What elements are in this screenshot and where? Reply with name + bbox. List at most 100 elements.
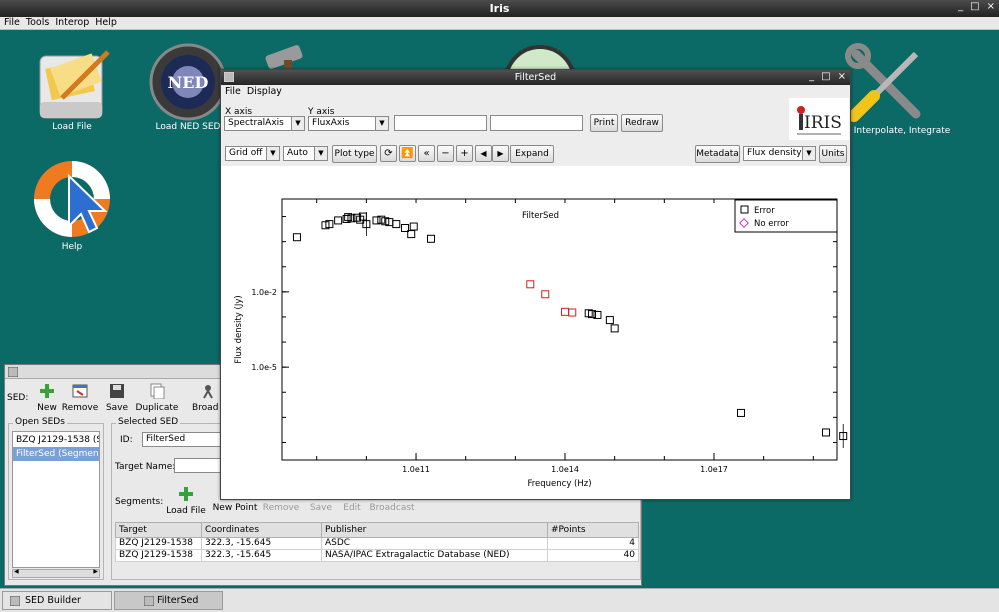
table-row[interactable]: BZQ J2129-1538 322.3, -15.645 NASA/IPAC … xyxy=(115,549,639,562)
interpolate-integrate-shortcut[interactable]: , Interpolate, Integrate xyxy=(842,42,962,136)
move-up-icon[interactable]: ⏫ xyxy=(399,145,416,162)
plot-type-button[interactable]: Plot type xyxy=(332,145,377,163)
print-button[interactable]: Print xyxy=(590,114,618,132)
menu-file[interactable]: File xyxy=(4,17,20,29)
java-window-icon xyxy=(144,596,154,606)
maximize-icon[interactable]: □ xyxy=(821,71,830,82)
units-button[interactable]: Units xyxy=(819,145,847,163)
menu-display[interactable]: Display xyxy=(247,86,282,99)
col-coordinates[interactable]: Coordinates xyxy=(201,522,322,538)
edit-segment-button[interactable]: Edit xyxy=(340,503,364,513)
y-tick-label: 1.0e-2 xyxy=(251,288,277,297)
broadcast-segment-button[interactable]: Broadcast xyxy=(368,503,416,513)
broadcast-icon xyxy=(203,385,213,399)
zoom-out-icon[interactable]: − xyxy=(437,145,454,162)
table-row[interactable]: BZQ J2129-1538 322.3, -15.645 ASDC 4 xyxy=(115,537,639,550)
save-disk-icon xyxy=(110,384,124,398)
remove-sed-button[interactable]: Remove xyxy=(60,383,100,413)
main-menu-bar: File Tools Interop Help xyxy=(0,17,999,30)
load-file-label: Load File xyxy=(52,122,92,132)
selected-sed-label: Selected SED xyxy=(116,417,181,427)
pan-left-icon[interactable]: « xyxy=(418,145,435,162)
main-title-bar: Iris _ □ × xyxy=(0,0,999,17)
sed-plot[interactable]: 1.0e11 1.0e14 1.0e17 1.0e-2 1.0e-5 Frequency … xyxy=(221,166,850,499)
col-points[interactable]: #Points xyxy=(547,522,639,538)
zoom-in-icon[interactable]: + xyxy=(456,145,473,162)
plus-icon xyxy=(40,384,54,398)
taskbar-filtersed[interactable]: FilterSed xyxy=(114,591,223,610)
load-file-segment-button[interactable]: Load File xyxy=(166,486,206,516)
col-target[interactable]: Target xyxy=(115,522,202,538)
x-axis-title: Frequency (Hz) xyxy=(527,479,591,489)
close-icon[interactable]: × xyxy=(987,1,995,12)
load-file-shortcut[interactable]: Load File xyxy=(12,42,132,132)
iris-logo-text: IRIS xyxy=(804,113,842,133)
x-axis-text-field[interactable] xyxy=(394,115,487,131)
help-shortcut[interactable]: Help xyxy=(12,156,132,252)
segments-table: Target Coordinates Publisher #Points BZQ… xyxy=(115,522,639,562)
x-axis-select[interactable]: SpectralAxis ▼ xyxy=(224,116,305,131)
legend-error-label: Error xyxy=(754,206,775,216)
sed-id-field[interactable]: FilterSed xyxy=(142,432,222,447)
new-point-button[interactable]: New Point xyxy=(212,503,258,513)
filtersed-titlebar: FilterSed _ □ × xyxy=(221,70,850,85)
refresh-icon[interactable]: ⟳ xyxy=(380,145,397,162)
y-axis-select[interactable]: FluxAxis ▼ xyxy=(308,116,389,131)
chevron-down-icon: ▼ xyxy=(291,117,304,130)
broadcast-sed-button[interactable]: Broad xyxy=(192,383,222,413)
tools-icon xyxy=(845,43,921,122)
save-segment-button[interactable]: Save xyxy=(308,503,334,513)
minimize-icon[interactable]: _ xyxy=(809,71,814,82)
iris-logo-icon: IRIS xyxy=(797,106,842,135)
metadata-button[interactable]: Metadata xyxy=(695,145,740,163)
chevron-down-icon: ▼ xyxy=(266,147,279,160)
plot-title: FilterSed xyxy=(522,211,559,221)
y-axis-text-field[interactable] xyxy=(490,115,583,131)
new-sed-button[interactable]: New xyxy=(32,383,62,413)
menu-tools[interactable]: Tools xyxy=(26,17,49,29)
y-axis-title: Flux density (Jy) xyxy=(234,295,244,363)
close-icon[interactable]: × xyxy=(838,71,846,82)
flux-unit-select[interactable]: Flux density ▼ xyxy=(743,146,816,161)
target-name-field[interactable] xyxy=(174,458,224,473)
help-label: Help xyxy=(61,242,83,252)
save-sed-button[interactable]: Save xyxy=(103,383,131,413)
scale-select[interactable]: Auto ▼ xyxy=(283,146,328,161)
id-label: ID: xyxy=(120,435,133,445)
next-icon[interactable]: ▶ xyxy=(492,145,509,162)
filtersed-title: FilterSed xyxy=(514,72,557,83)
open-sed-item-selected[interactable]: FilterSed (Segments xyxy=(13,447,99,461)
redraw-button[interactable]: Redraw xyxy=(621,114,663,132)
menu-interop[interactable]: Interop xyxy=(55,17,89,29)
previous-icon[interactable]: ◀ xyxy=(475,145,492,162)
open-seds-scrollbar[interactable]: ◀ ▶ xyxy=(12,568,100,578)
chevron-down-icon: ▼ xyxy=(375,117,388,130)
interpolate-integrate-label: , Interpolate, Integrate xyxy=(848,126,951,136)
menu-help[interactable]: Help xyxy=(95,17,117,29)
expand-button[interactable]: Expand xyxy=(510,145,554,163)
chevron-down-icon: ▼ xyxy=(314,147,327,160)
load-file-icon xyxy=(39,50,110,119)
open-seds-group: Open SEDs BZQ J2129-1538 (Se FilterSed (… xyxy=(8,417,104,580)
open-seds-list: BZQ J2129-1538 (Se FilterSed (Segments xyxy=(12,431,100,568)
grid-select[interactable]: Grid off ▼ xyxy=(225,146,280,161)
taskbar-sed-builder[interactable]: SED Builder xyxy=(2,591,112,610)
y-tick-label: 1.0e-5 xyxy=(251,363,277,372)
sed-label: SED: xyxy=(7,393,29,403)
open-sed-item[interactable]: BZQ J2129-1538 (Se xyxy=(13,433,99,447)
col-publisher[interactable]: Publisher xyxy=(321,522,548,538)
svg-text:NED: NED xyxy=(168,73,209,92)
minimize-icon[interactable]: _ xyxy=(958,1,963,12)
maximize-icon[interactable]: □ xyxy=(970,1,979,12)
chevron-down-icon: ▼ xyxy=(802,147,815,160)
lifebuoy-help-icon xyxy=(34,161,110,237)
duplicate-sed-button[interactable]: Duplicate xyxy=(135,383,179,413)
menu-file[interactable]: File xyxy=(225,86,241,99)
plus-icon xyxy=(179,487,193,501)
segments-label: Segments: xyxy=(115,497,164,507)
ned-logo-icon: NED xyxy=(149,43,227,121)
remove-segment-button[interactable]: Remove xyxy=(262,503,300,513)
java-window-icon xyxy=(10,596,20,606)
filtersed-window: FilterSed _ □ × File Display X axis Y ax… xyxy=(220,69,851,500)
iris-logo: IRIS xyxy=(789,98,849,140)
